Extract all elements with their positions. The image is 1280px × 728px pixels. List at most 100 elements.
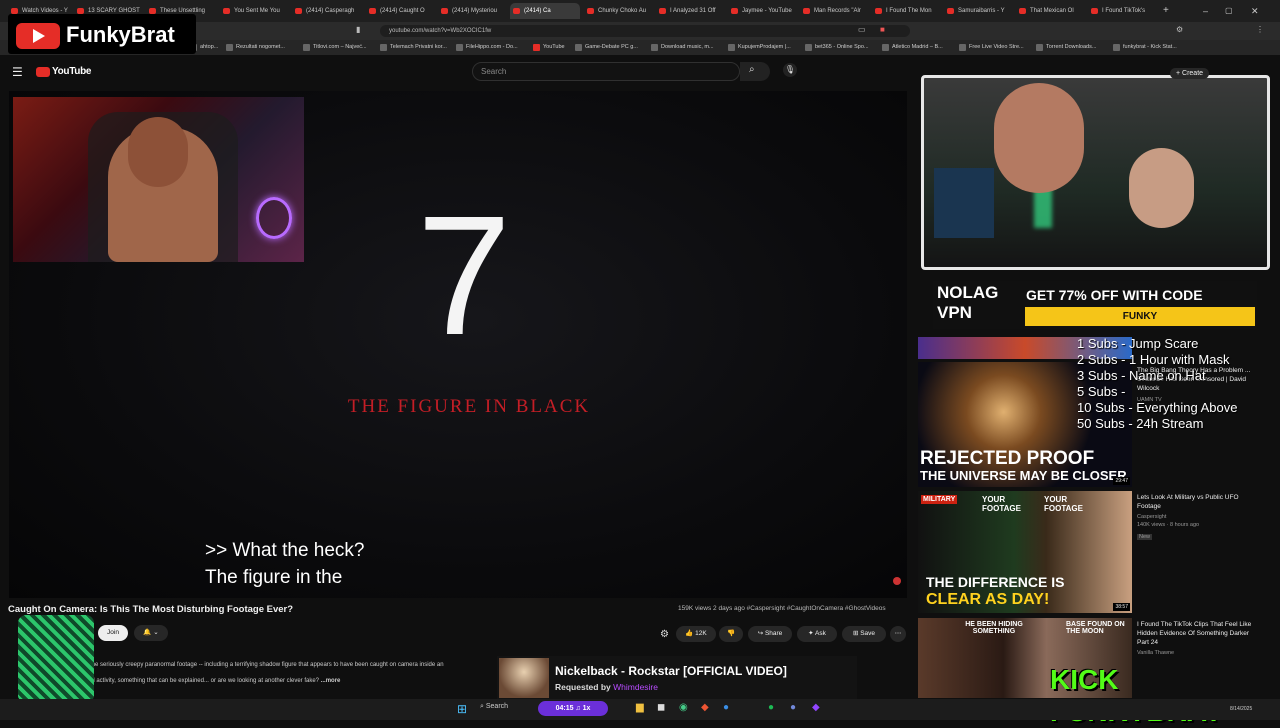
browser-tab[interactable]: That Mexican Ol [1016, 3, 1084, 19]
sub-goal: 50 Subs - 24h Stream [1077, 416, 1204, 431]
notifications-bell-icon[interactable]: 🔔 ⌄ [134, 625, 168, 641]
browser-tab[interactable]: Jaymee - YouTube [728, 3, 796, 19]
browser-tab[interactable]: Chunky Choko Au [584, 3, 652, 19]
recommendation-title[interactable]: Lets Look At Military vs Public UFO Foot… [1137, 493, 1262, 511]
join-button[interactable]: Join [98, 625, 128, 641]
bookmark[interactable]: Titlovi.com – Najveć... [303, 42, 367, 53]
video-captions: >> What the heck? The figure in the [205, 537, 365, 591]
vpn-logo: NOLAG VPN [937, 283, 999, 322]
bookmark[interactable]: Free Live Video Stre... [959, 42, 1024, 53]
search-input[interactable]: Search [472, 62, 740, 81]
bookmark[interactable]: bet365 - Online Spo... [805, 42, 869, 53]
duration-badge: 29:47 [1113, 477, 1130, 485]
gear-icon[interactable]: ⚙ [660, 629, 669, 640]
microphone-icon[interactable]: 🎙 [783, 63, 797, 77]
browser-tab[interactable]: I Found TikTok's [1088, 3, 1156, 19]
bookmark[interactable]: Rezultati nogomet... [226, 42, 285, 53]
sub-goal: 1 Subs - Jump Scare [1077, 336, 1199, 351]
youtube-logo-text[interactable]: YouTube [52, 66, 92, 77]
browser-tab[interactable]: Man Records "Alr [800, 3, 868, 19]
bookmark[interactable]: funkybrat - Kick Stat... [1113, 42, 1177, 53]
ask-button[interactable]: ✦ Ask [797, 626, 837, 642]
youtube-header: ☰ YouTube Search ⌕ 🎙 [0, 55, 915, 91]
bookmark[interactable]: Atletico Madrid – B... [882, 42, 943, 53]
sub-goal: 5 Subs - [1077, 384, 1126, 399]
browser-tab[interactable]: I Found The Mon [872, 3, 940, 19]
search-button[interactable]: ⌕ [740, 62, 770, 81]
chrome-icon[interactable]: ◉ [679, 702, 688, 713]
bookmark[interactable]: Torrent Downloads... [1036, 42, 1096, 53]
video-stats: 159K views 2 days ago #Caspersight #Caug… [678, 605, 886, 612]
windows-start-icon[interactable]: ⊞ [457, 702, 467, 716]
bookmark[interactable]: FileHippo.com - Do... [456, 42, 518, 53]
brave-icon[interactable]: ◆ [701, 702, 709, 713]
recommendation-channel[interactable]: Vanilla Thawne [1137, 650, 1174, 656]
browser-tab[interactable]: I Analyzed 31 Off [656, 3, 724, 19]
more-options-icon[interactable]: ⋯ [890, 626, 906, 642]
description-line: al activity, something that can be expla… [90, 678, 341, 684]
browser-tab[interactable]: (2414) Casperagh [292, 3, 362, 19]
taskbar-date[interactable]: 8/14/2025 [1230, 706, 1252, 712]
file-explorer-icon[interactable]: ▆ [636, 702, 644, 713]
extension-icon[interactable]: ■ [880, 25, 885, 34]
browser-tab[interactable]: You Sent Me You [220, 3, 288, 19]
store-icon[interactable]: ◼ [657, 702, 665, 713]
recommendation-views: 140K views · 8 hours ago [1137, 522, 1200, 528]
maximize-icon[interactable]: ▢ [1222, 3, 1236, 19]
create-button[interactable]: + Create [1170, 68, 1210, 79]
app-icon[interactable]: ● [723, 702, 729, 713]
duration-badge: 38:57 [1113, 603, 1130, 611]
caption-line: >> What the heck? [205, 540, 365, 561]
browser-tab[interactable]: (2414) Caught O [366, 3, 434, 19]
close-window-icon[interactable]: ✕ [1248, 3, 1262, 19]
vpn-code: FUNKY [1025, 307, 1255, 326]
dislike-icon[interactable]: 👎 [719, 626, 743, 642]
save-button[interactable]: ⊞ Save [842, 626, 886, 642]
recommendation-channel[interactable]: Caspersight [1137, 514, 1166, 520]
streamer-head [128, 117, 188, 187]
spotify-icon[interactable]: ● [768, 702, 774, 713]
thumbnail-text: THE UNIVERSE MAY BE CLOSER [920, 468, 1127, 483]
guest-face [994, 83, 1084, 193]
recommendation-title[interactable]: I Found The TikTok Clips That Feel Like … [1137, 620, 1262, 647]
bookmark[interactable]: YouTube [533, 42, 565, 53]
browser-tab[interactable]: (2414) Mysteriou [438, 3, 506, 19]
browser-tab[interactable]: Samuraibarris - Y [944, 3, 1012, 19]
app-icon[interactable]: ◆ [812, 702, 820, 713]
vpn-offer: GET 77% OFF WITH CODE [1026, 287, 1203, 303]
taskbar-search[interactable]: ⌕ Search [480, 703, 508, 711]
menu-dots-icon[interactable]: ⋮ [1256, 25, 1264, 34]
sub-goal: 2 Subs - 1 Hour with Mask [1077, 352, 1230, 367]
channel-watermark-icon[interactable] [893, 577, 901, 585]
bookmark[interactable]: Download music, m... [651, 42, 714, 53]
neon-alien-sign [256, 197, 292, 239]
audio-player-pill[interactable]: 04:15 ♫ 1x [538, 701, 608, 716]
bookmark[interactable]: Game-Debate PC g... [575, 42, 638, 53]
extensions-icon[interactable]: ⚙ [1176, 25, 1183, 34]
caption-line: The figure in the [205, 567, 343, 588]
browser-tab-active[interactable]: (2414) Ca [510, 3, 580, 19]
hamburger-menu-icon[interactable]: ☰ [12, 65, 23, 79]
guest-face [1129, 148, 1194, 228]
song-requester: Requested by Whimdesire [555, 682, 658, 692]
thumbnail-text: THE DIFFERENCE IS [926, 574, 1065, 590]
sub-goals-overlay: 1 Subs - Jump Scare 2 Subs - 1 Hour with… [1077, 336, 1237, 432]
youtube-logo-icon[interactable] [36, 67, 50, 77]
sub-goal: 10 Subs - Everything Above [1077, 400, 1238, 415]
bookmark-star-icon[interactable]: ▮ [356, 25, 360, 34]
bookmark[interactable]: Telemach Privatni kor... [380, 42, 447, 53]
more-link[interactable]: ...more [321, 678, 341, 684]
discord-icon[interactable]: ● [790, 702, 796, 713]
recommendation-thumbnail[interactable]: MILITARY YOUR FOOTAGE YOUR FOOTAGE THE D… [918, 491, 1132, 613]
sub-goal: 3 Subs - Name on Hat [1077, 368, 1206, 383]
video-description[interactable]: me seriously creepy paranormal footage -… [90, 655, 550, 691]
share-button[interactable]: ↪ Share [748, 626, 792, 642]
cast-icon[interactable]: ▭ [858, 25, 866, 34]
new-tab-icon[interactable]: + [1160, 3, 1174, 19]
url-input[interactable]: youtube.com/watch?v=Wb2XOCIC1fw [380, 25, 910, 37]
video-big-number: 7 [416, 181, 512, 371]
minimize-icon[interactable]: – [1200, 3, 1214, 19]
monitor-screen [934, 168, 994, 238]
bookmark[interactable]: KupujemProdajem |... [728, 42, 791, 53]
like-button[interactable]: 👍 12K [676, 626, 716, 642]
